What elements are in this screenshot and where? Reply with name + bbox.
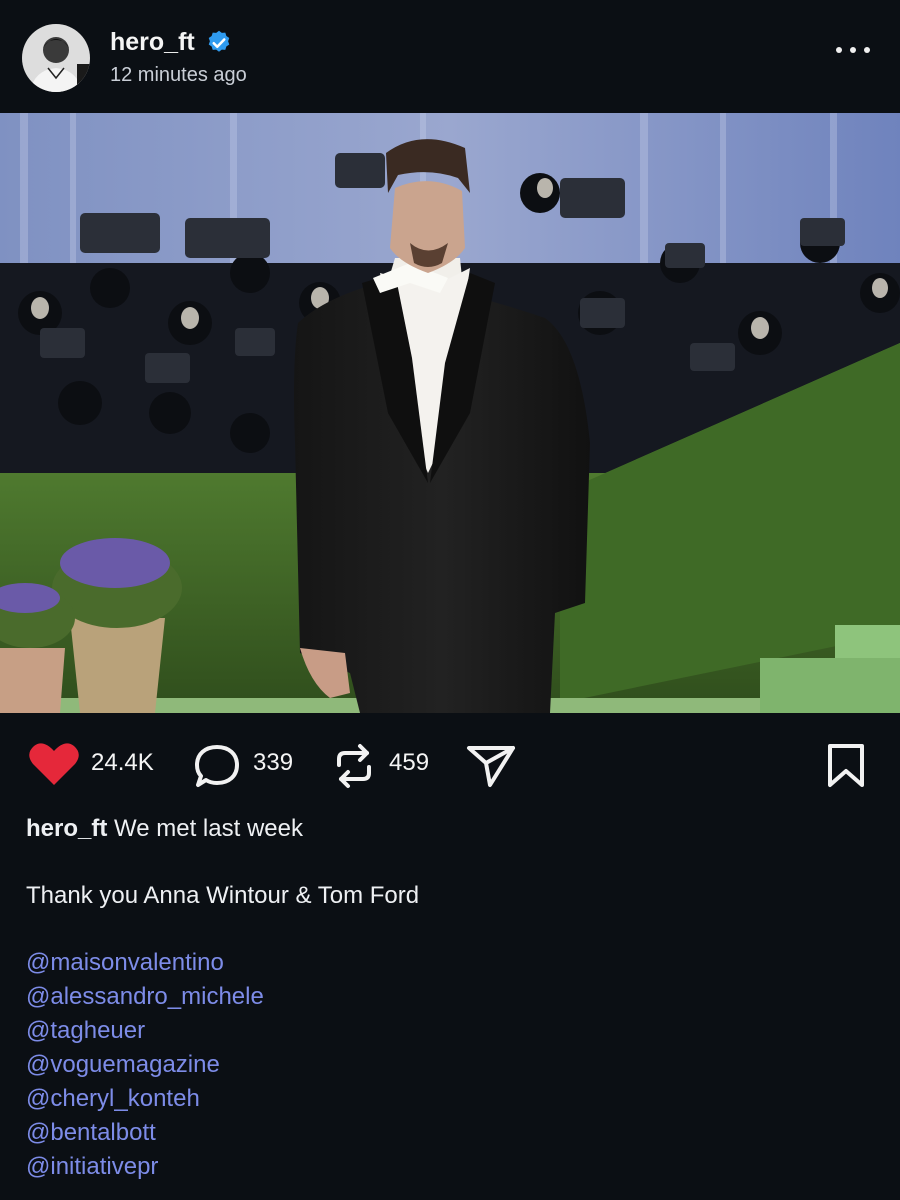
- post-timestamp: 12 minutes ago: [110, 64, 247, 86]
- comment-icon[interactable]: [193, 743, 241, 789]
- mention-link[interactable]: @initiativepr: [26, 1150, 874, 1184]
- post-header: hero_ft 12 minutes ago: [0, 0, 900, 112]
- mention-link[interactable]: @alessandro_michele: [26, 980, 874, 1014]
- comment-count[interactable]: 339: [253, 749, 293, 777]
- mention-link[interactable]: @voguemagazine: [26, 1048, 874, 1082]
- mention-link[interactable]: @cheryl_konteh: [26, 1082, 874, 1116]
- mention-link[interactable]: @bentalbott: [26, 1116, 874, 1150]
- caption-thanks-line: Thank you Anna Wintour & Tom Ford: [26, 882, 420, 909]
- username[interactable]: hero_ft: [110, 28, 195, 57]
- like-heart-icon[interactable]: [28, 741, 80, 787]
- caption-text: We met last week: [114, 815, 303, 842]
- repost-icon[interactable]: [331, 743, 377, 789]
- post-caption: hero_ft We met last week Thank you Anna …: [26, 812, 874, 1184]
- bookmark-icon[interactable]: [826, 743, 866, 789]
- action-bar: 24.4K 339 459: [0, 713, 900, 813]
- more-options-icon[interactable]: [836, 40, 870, 60]
- avatar[interactable]: [22, 24, 90, 92]
- verified-badge-icon: [208, 30, 230, 52]
- like-count[interactable]: 24.4K: [91, 749, 154, 777]
- mention-link[interactable]: @maisonvalentino: [26, 946, 874, 980]
- repost-count[interactable]: 459: [389, 749, 429, 777]
- caption-username[interactable]: hero_ft: [26, 815, 107, 842]
- caption-first-line: hero_ft We met last week: [26, 812, 874, 846]
- post-photo[interactable]: [0, 113, 900, 713]
- mention-link[interactable]: @tagheuer: [26, 1014, 874, 1048]
- share-send-icon[interactable]: [466, 743, 516, 789]
